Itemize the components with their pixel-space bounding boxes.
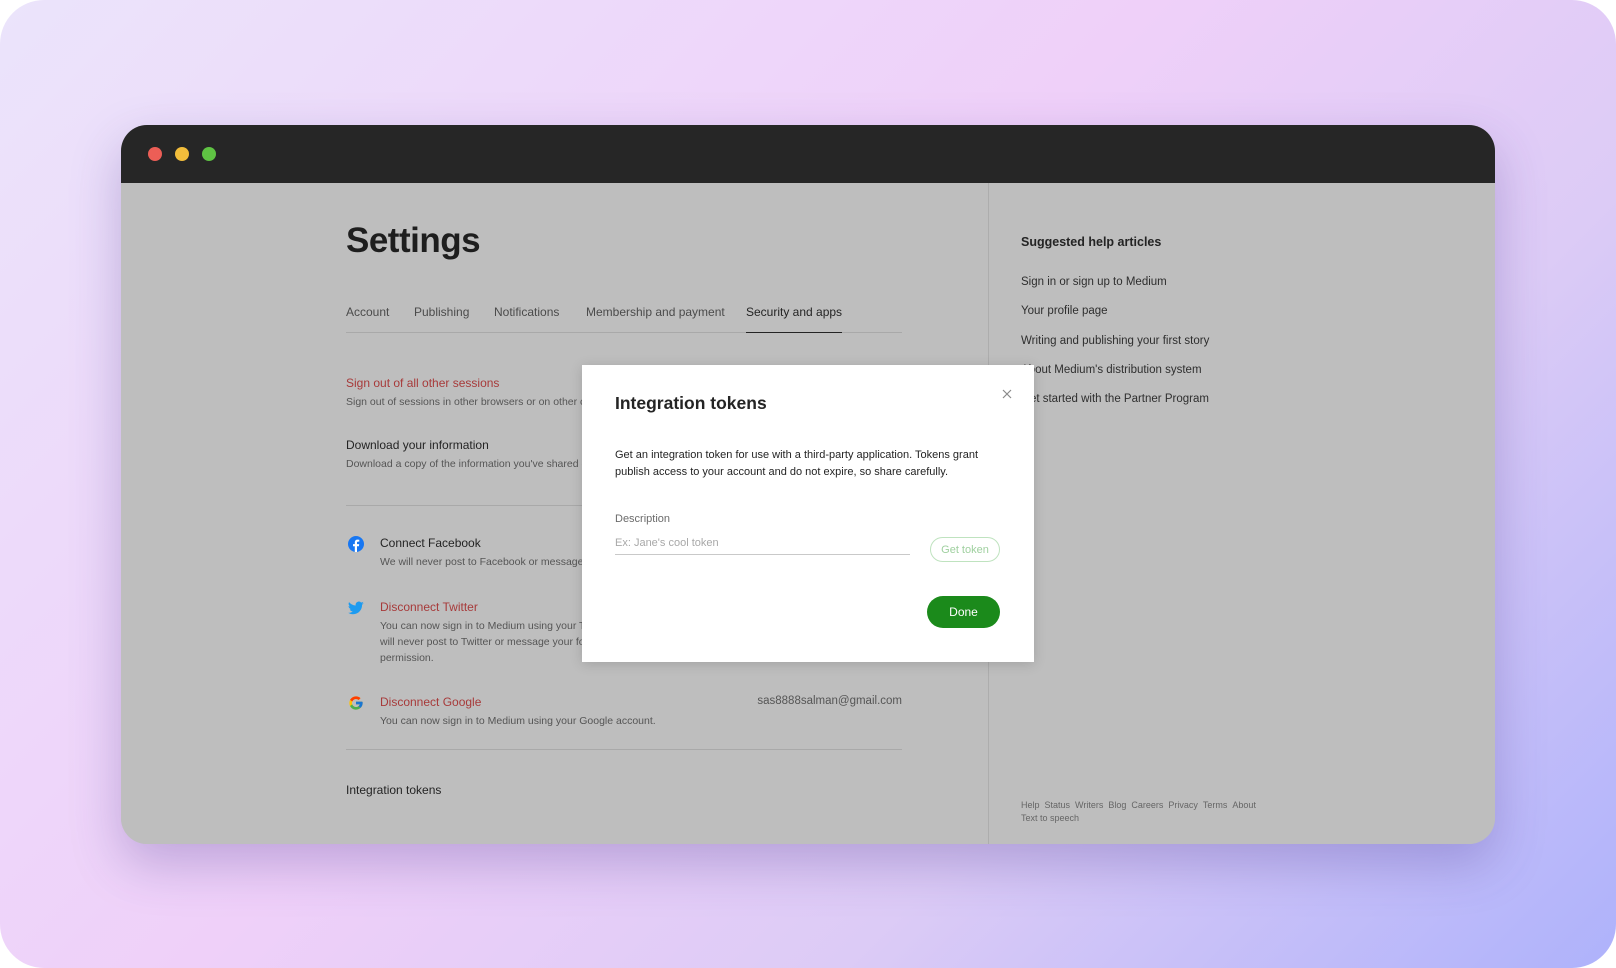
twitter-desc-line-3: permission.: [380, 652, 434, 664]
tab-notifications[interactable]: Notifications: [494, 305, 559, 332]
connect-facebook-link[interactable]: Connect Facebook: [380, 536, 481, 550]
window-minimize-button[interactable]: [175, 147, 189, 161]
footer-link-writers[interactable]: Writers: [1075, 800, 1103, 810]
facebook-desc: We will never post to Facebook or messag…: [380, 556, 585, 568]
settings-tabs: Account Publishing Notifications Members…: [346, 305, 902, 333]
twitter-icon: [348, 601, 364, 615]
section-divider: [346, 749, 902, 750]
window-maximize-button[interactable]: [202, 147, 216, 161]
google-icon: [349, 696, 363, 710]
page-title: Settings: [346, 221, 481, 260]
google-email: sas8888salman@gmail.com: [757, 695, 902, 707]
footer-links: Help Status Writers Blog Careers Privacy Terms…: [1021, 799, 1281, 825]
sign-out-sessions-link[interactable]: Sign out of all other sessions: [346, 376, 499, 390]
integration-tokens-modal: Integration tokens Get an integration to…: [582, 365, 1034, 662]
help-link-distribution[interactable]: About Medium's distribution system: [1021, 364, 1202, 376]
help-title: Suggested help articles: [1021, 235, 1162, 249]
get-token-button[interactable]: Get token: [930, 537, 1000, 562]
facebook-icon: [348, 536, 364, 552]
tab-membership-and-payment[interactable]: Membership and payment: [586, 305, 725, 332]
window-titlebar: [121, 125, 1495, 183]
footer-link-help[interactable]: Help: [1021, 800, 1040, 810]
tab-security-and-apps[interactable]: Security and apps: [746, 305, 843, 333]
footer-link-text-to-speech[interactable]: Text to speech: [1021, 813, 1079, 823]
twitter-desc-line-2: will never post to Twitter or message yo…: [380, 636, 585, 648]
help-link-first-story[interactable]: Writing and publishing your first story: [1021, 335, 1209, 347]
close-icon[interactable]: [1000, 387, 1014, 401]
footer-link-status[interactable]: Status: [1045, 800, 1071, 810]
help-sidebar: Suggested help articles Sign in or sign …: [1021, 183, 1401, 844]
footer-link-careers[interactable]: Careers: [1131, 800, 1163, 810]
modal-description: Get an integration token for use with a …: [615, 449, 979, 478]
help-link-sign-in[interactable]: Sign in or sign up to Medium: [1021, 276, 1167, 288]
download-information-link[interactable]: Download your information: [346, 438, 489, 452]
footer-link-blog[interactable]: Blog: [1108, 800, 1126, 810]
footer-link-about[interactable]: About: [1232, 800, 1256, 810]
tab-publishing[interactable]: Publishing: [414, 305, 469, 332]
footer-link-terms[interactable]: Terms: [1203, 800, 1228, 810]
help-link-partner-program[interactable]: Get started with the Partner Program: [1021, 393, 1209, 405]
disconnect-twitter-link[interactable]: Disconnect Twitter: [380, 600, 478, 614]
window-close-button[interactable]: [148, 147, 162, 161]
help-link-profile-page[interactable]: Your profile page: [1021, 305, 1108, 317]
modal-title: Integration tokens: [615, 393, 767, 413]
description-label: Description: [615, 513, 671, 525]
tab-account[interactable]: Account: [346, 305, 389, 332]
desktop-background: Settings Account Publishing Notification…: [0, 0, 1616, 968]
google-desc: You can now sign in to Medium using your…: [380, 715, 656, 727]
disconnect-google-link[interactable]: Disconnect Google: [380, 695, 481, 709]
footer-link-privacy[interactable]: Privacy: [1168, 800, 1198, 810]
twitter-desc-line-1: You can now sign in to Medium using your…: [380, 620, 585, 632]
done-button[interactable]: Done: [927, 596, 1000, 628]
description-input[interactable]: [615, 532, 910, 555]
integration-tokens-link[interactable]: Integration tokens: [346, 783, 441, 797]
